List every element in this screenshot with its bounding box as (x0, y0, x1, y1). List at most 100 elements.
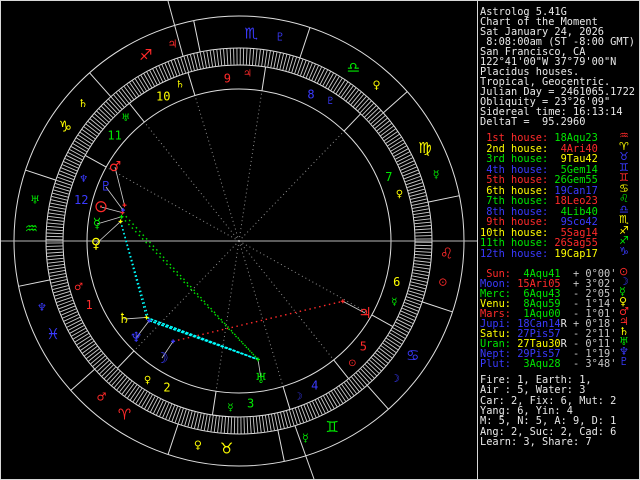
degree-tick (390, 142, 405, 152)
degree-tick (312, 401, 320, 417)
astrolog-screen: ♈ ♂ ♉ ♀ ♊ ☿ ♋ ☽ ♌ ⊙ ♍ ☿ ♎ ♀ ♏ ♇ ♐ ♃ ♑ ♄ ♒ ♅ ♓ ♆ 1 ♂ 2 ♀ 3 ☿ 4 ☽ 5 ⊙ 6 ☿ 7 ♀ 8 ♇… (0, 0, 640, 480)
degree-tick (392, 327, 407, 336)
house-row-5: 5th house: 26Gem55 ♊ (480, 171, 629, 186)
degree-tick (400, 163, 416, 171)
degree-tick (338, 81, 349, 96)
degree-tick (74, 333, 89, 343)
house-ruler-glyph: ☽ (294, 392, 303, 403)
degree-tick (267, 51, 271, 67)
degree-tick (270, 51, 275, 68)
degree-tick (264, 50, 268, 67)
degree-tick (66, 319, 82, 328)
degree-tick (268, 414, 272, 431)
header-line-12: DeltaT = 95.2960 (480, 116, 586, 128)
degree-tick (382, 342, 397, 353)
degree-tick (213, 415, 217, 432)
degree-tick (48, 212, 65, 216)
sign-glyph-cancer: ♋ (406, 346, 419, 364)
degree-tick (396, 319, 412, 327)
sign-ruler-glyph: ♃ (168, 37, 178, 50)
degree-tick (333, 78, 343, 93)
house-sign-icon: ♑ (619, 244, 629, 258)
degree-tick (378, 347, 393, 359)
sign-boundary (193, 20, 201, 53)
house-row-2: 2nd house: 4Ari40 ♈ (480, 139, 629, 155)
degree-tick (276, 52, 281, 69)
degree-tick (335, 80, 346, 94)
degree-tick (156, 400, 164, 416)
degree-tick (80, 340, 95, 351)
degree-tick (415, 247, 432, 250)
sign-glyph-libra: ♎ (347, 58, 360, 76)
sign-boundary (167, 423, 179, 455)
degree-tick (216, 49, 220, 66)
degree-tick (220, 416, 223, 433)
degree-tick (398, 316, 414, 324)
degree-tick (314, 66, 322, 82)
house-cusp-spoke (238, 130, 345, 242)
degree-tick (50, 202, 67, 207)
degree-tick (382, 128, 396, 139)
degree-tick (76, 137, 91, 147)
house-number-2: 2 (163, 380, 170, 394)
degree-tick (59, 170, 75, 178)
sign-ruler-glyph: ♄ (78, 97, 88, 110)
degree-tick (123, 86, 135, 100)
degree-tick (280, 412, 285, 429)
degree-tick (121, 380, 133, 395)
degree-tick (397, 157, 413, 166)
degree-tick (210, 415, 214, 432)
degree-tick (124, 382, 135, 397)
degree-tick (386, 337, 400, 348)
degree-tick (82, 343, 96, 354)
house-cusp-line (371, 314, 394, 328)
degree-tick (213, 50, 217, 67)
sign-glyph-taurus: ♉ (220, 440, 233, 458)
degree-tick (415, 231, 432, 234)
aspect-line (172, 300, 343, 342)
degree-tick (194, 412, 199, 429)
degree-tick (277, 413, 282, 429)
degree-tick (149, 70, 158, 85)
stats-line-5: M: 5, N: 5, A: 9, D: 1 (480, 415, 617, 428)
house-cusp-line (187, 72, 196, 96)
degree-tick (387, 136, 402, 147)
house-row-3: 3rd house: 9Tau42 ♉ (480, 150, 629, 165)
degree-tick (65, 316, 81, 325)
house-cusp-line (84, 154, 107, 168)
degree-tick (274, 413, 279, 430)
stats-line-2: Air : 5, Water: 3 (480, 384, 586, 397)
house-ruler-glyph: ♇ (326, 96, 335, 107)
degree-tick (378, 123, 392, 134)
degree-tick (385, 134, 400, 144)
degree-tick (319, 69, 328, 85)
degree-tick (47, 257, 64, 261)
degree-tick (47, 260, 64, 264)
degree-tick (314, 399, 323, 415)
degree-tick (341, 384, 352, 398)
degree-tick (161, 64, 169, 80)
degree-tick (414, 257, 431, 260)
sign-ruler-glyph: ♆ (37, 301, 47, 314)
sign-glyph-aquarius: ♒ (25, 220, 38, 238)
degree-tick (380, 345, 395, 356)
stats-line-7: Learn: 3, Share: 7 (480, 435, 592, 448)
house-cusp-line (128, 103, 145, 123)
sign-boundary (70, 368, 96, 391)
degree-tick (336, 387, 346, 402)
degree-tick (49, 205, 66, 210)
degree-tick (387, 335, 402, 345)
degree-tick (402, 307, 418, 315)
degree-tick (410, 195, 427, 200)
degree-tick (61, 308, 77, 316)
degree-tick (129, 82, 140, 97)
degree-tick (252, 49, 255, 66)
degree-tick (83, 126, 98, 137)
degree-tick (64, 158, 80, 166)
degree-tick (134, 78, 145, 93)
degree-tick (48, 215, 65, 219)
degree-tick (414, 218, 431, 222)
degree-tick (393, 148, 409, 157)
degree-tick (413, 263, 430, 267)
sidebar: Astrolog 5.41G Chart of the Moment Sat Jan… (479, 1, 639, 479)
